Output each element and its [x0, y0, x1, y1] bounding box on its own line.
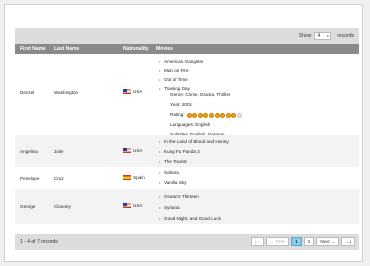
table-row[interactable]: Angelina Jolie USA In the Land of Blood … — [15, 135, 359, 167]
movie-year: Year: 2001 — [170, 102, 193, 107]
last-name-cell: Jolie — [54, 149, 64, 154]
movie-genre: Genre: Crime, Drama, Thriller — [170, 92, 231, 97]
header-last-name[interactable]: Last Name — [54, 46, 79, 52]
table-header: First Name Last Name Nationality Movies — [15, 44, 359, 54]
movie-list: Ocean's Thirteen Syriana Good Night, and… — [156, 191, 221, 224]
grid: Show 4 ▼ records First Name Last Name Na… — [15, 28, 359, 250]
grid-toolbar: Show 4 ▼ records — [15, 28, 359, 44]
first-name-cell: Denzel — [20, 90, 35, 95]
movie-item[interactable]: Out of Time — [156, 75, 204, 84]
table-row[interactable]: Penelope Cruz Spain Sahara Vanilla Sky — [15, 167, 359, 189]
last-page-button[interactable]: →| — [341, 237, 355, 246]
first-page-button[interactable]: |← — [250, 237, 265, 246]
header-first-name[interactable]: First Name — [20, 46, 46, 52]
records-info: 1 - 4 of 7 records — [20, 239, 58, 245]
star-icon — [220, 112, 226, 118]
next-page-button[interactable]: Next → — [316, 237, 340, 246]
header-movies[interactable]: Movies — [156, 46, 173, 52]
table-row[interactable]: Denzel Washington USA American Gangster … — [15, 54, 359, 137]
nationality-text: USA — [133, 148, 143, 153]
star-icon — [225, 112, 231, 118]
page-2-button[interactable]: 2 — [303, 237, 315, 246]
spain-flag-icon — [123, 175, 131, 180]
movie-item[interactable]: Good Night, and Good Luck — [156, 213, 221, 224]
nationality-text: USA — [133, 89, 143, 94]
star-icon — [236, 112, 242, 118]
star-icon — [231, 112, 237, 118]
nationality-cell: USA — [123, 148, 142, 153]
page: Show 4 ▼ records First Name Last Name Na… — [4, 4, 363, 262]
movie-item[interactable]: In the Land of Blood and Honey — [156, 137, 229, 147]
movie-list: In the Land of Blood and Honey Kung Fu P… — [156, 137, 229, 167]
movie-item[interactable]: Vanilla Sky — [156, 178, 186, 188]
movie-rating: Rating: — [170, 110, 242, 120]
nationality-text: Spain — [133, 175, 145, 180]
movie-item[interactable]: Syriana — [156, 202, 221, 213]
records-label: records — [337, 33, 354, 39]
star-icon — [208, 112, 214, 118]
star-icon — [214, 112, 220, 118]
movie-item[interactable]: Sahara — [156, 168, 186, 178]
movie-languages: Languages: English — [170, 122, 211, 127]
star-icon — [192, 112, 198, 118]
star-icon — [186, 112, 192, 118]
page-1-button[interactable]: 1 — [291, 237, 302, 246]
movie-item[interactable]: American Gangster — [156, 57, 204, 66]
pager: |← ← Prev 1 2 Next → →| — [250, 237, 355, 246]
movie-details: Genre: Crime, Drama, Thriller Year: 2001… — [156, 90, 242, 140]
nationality-cell: USA — [123, 89, 142, 94]
rating-label: Rating: — [170, 112, 185, 117]
page-size-select[interactable]: 4 ▼ — [314, 32, 332, 40]
table-row[interactable]: George Clooney USA Ocean's Thirteen Syri… — [15, 189, 359, 224]
nationality-cell: Spain — [123, 175, 145, 180]
page-size-value: 4 — [317, 32, 321, 39]
last-name-cell: Clooney — [54, 204, 71, 209]
movie-list: Sahara Vanilla Sky — [156, 168, 186, 188]
star-icon — [203, 112, 209, 118]
movie-list: American Gangster Man on Fire Out of Tim… — [156, 57, 204, 93]
nationality-text: USA — [133, 203, 143, 208]
movie-item[interactable]: Man on Fire — [156, 66, 204, 75]
first-name-cell: George — [20, 204, 36, 209]
last-name-cell: Washington — [54, 90, 79, 95]
last-name-cell: Cruz — [54, 176, 64, 181]
us-flag-icon — [123, 148, 131, 153]
first-name-cell: Angelina — [20, 149, 38, 154]
movie-item[interactable]: Kung Fu Panda 2 — [156, 147, 229, 157]
grid-footer: 1 - 4 of 7 records |← ← Prev 1 2 Next → … — [15, 234, 359, 250]
movie-item[interactable]: Ocean's Thirteen — [156, 191, 221, 202]
us-flag-icon — [123, 203, 131, 208]
rating-stars — [186, 112, 242, 118]
star-icon — [197, 112, 203, 118]
chevron-down-icon: ▼ — [326, 33, 330, 38]
show-label: Show — [298, 33, 312, 39]
prev-page-button[interactable]: ← Prev — [266, 237, 290, 246]
movie-item[interactable]: The Tourist — [156, 157, 229, 167]
us-flag-icon — [123, 89, 131, 94]
first-name-cell: Penelope — [20, 176, 40, 181]
nationality-cell: USA — [123, 203, 142, 208]
header-nationality[interactable]: Nationality — [123, 46, 149, 52]
